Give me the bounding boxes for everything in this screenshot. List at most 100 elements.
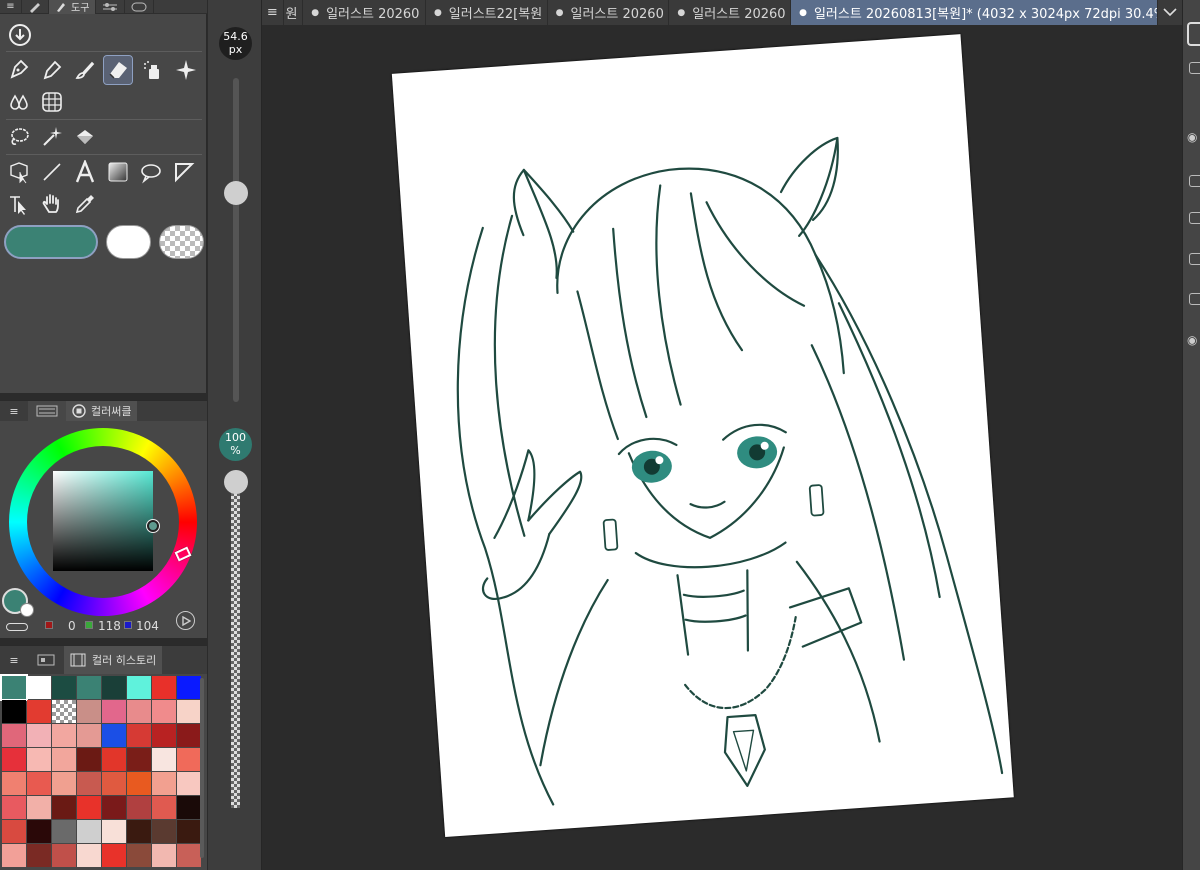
color-swatch[interactable] <box>127 676 151 699</box>
main-color-chip[interactable] <box>4 225 98 259</box>
grid-tool-button[interactable] <box>38 88 66 116</box>
color-swatch[interactable] <box>177 724 201 747</box>
lasso-tool-button[interactable] <box>5 123 33 151</box>
color-swatch[interactable] <box>152 772 176 795</box>
color-swatch[interactable] <box>77 748 101 771</box>
color-swatch[interactable] <box>77 700 101 723</box>
airbrush-tool-button[interactable] <box>139 56 167 84</box>
layer-thumbnail[interactable] <box>1189 175 1200 187</box>
brush-size-thumb[interactable] <box>224 181 248 205</box>
color-swatch[interactable] <box>52 700 76 723</box>
color-swatch[interactable] <box>177 748 201 771</box>
color-swatch[interactable] <box>102 700 126 723</box>
pen-tool-button[interactable] <box>5 56 33 84</box>
color-swatch[interactable] <box>27 796 51 819</box>
color-swatch[interactable] <box>77 796 101 819</box>
opacity-thumb[interactable] <box>224 470 248 494</box>
document-tab[interactable]: ● 일러스트22[복원 <box>426 0 548 25</box>
layer-thumbnail[interactable] <box>1189 62 1200 74</box>
color-swatch[interactable] <box>177 796 201 819</box>
color-swatch[interactable] <box>2 772 26 795</box>
drawing-canvas[interactable] <box>391 34 1014 838</box>
saturation-value-square[interactable] <box>53 471 153 571</box>
brush-size-track[interactable] <box>233 78 239 402</box>
color-swatch[interactable] <box>2 844 26 867</box>
color-swatch[interactable] <box>77 820 101 843</box>
sub-color-chip[interactable] <box>106 225 151 259</box>
panel-menu-icon[interactable]: ≡ <box>0 0 22 14</box>
color-swatch[interactable] <box>152 844 176 867</box>
color-swatch[interactable] <box>152 748 176 771</box>
transparent-color-chip[interactable] <box>159 225 204 259</box>
color-swatch[interactable] <box>52 820 76 843</box>
eye-icon[interactable]: ◉ <box>1187 333 1197 347</box>
color-swatch[interactable] <box>52 796 76 819</box>
document-tab[interactable]: 원 <box>284 0 304 25</box>
eye-icon[interactable]: ◉ <box>1187 130 1197 144</box>
decoration-tool-button[interactable] <box>172 56 200 84</box>
hand-tool-button[interactable] <box>38 190 66 218</box>
color-swatch[interactable] <box>0 674 28 701</box>
color-swatch[interactable] <box>52 676 76 699</box>
document-tab[interactable]: ● 일러스트 20260 <box>548 0 670 25</box>
layer-thumbnail[interactable] <box>1189 253 1200 265</box>
color-picker-handle[interactable] <box>147 520 159 532</box>
document-tab[interactable]: ● 일러스트 20260 <box>303 0 426 25</box>
color-swatch[interactable] <box>102 820 126 843</box>
color-swatch[interactable] <box>127 844 151 867</box>
tab-bar-menu-icon[interactable]: ≡ <box>262 0 284 25</box>
color-swatch[interactable] <box>2 724 26 747</box>
color-swatch[interactable] <box>127 748 151 771</box>
color-swatch[interactable] <box>177 700 201 723</box>
history-scrollbar[interactable] <box>200 678 204 858</box>
color-swatch[interactable] <box>2 820 26 843</box>
fill-tool-button[interactable] <box>71 123 99 151</box>
blend-tool-button[interactable] <box>5 88 33 116</box>
color-set-tab[interactable] <box>28 654 64 666</box>
color-swatch[interactable] <box>77 676 101 699</box>
color-swatch[interactable] <box>127 772 151 795</box>
opacity-track[interactable] <box>231 478 240 808</box>
color-swatch[interactable] <box>152 676 176 699</box>
color-swatch[interactable] <box>2 748 26 771</box>
color-swatch[interactable] <box>77 772 101 795</box>
color-swatch[interactable] <box>177 820 201 843</box>
layer-panel-toggle-icon[interactable] <box>1187 22 1200 46</box>
color-swatch[interactable] <box>127 796 151 819</box>
color-swatch[interactable] <box>27 772 51 795</box>
color-swatch[interactable] <box>152 820 176 843</box>
tab-list-dropdown[interactable] <box>1158 0 1182 25</box>
color-swatch[interactable] <box>152 724 176 747</box>
gradient-tool-button[interactable] <box>104 158 132 186</box>
layer-thumbnail[interactable] <box>1189 293 1200 305</box>
color-swatch[interactable] <box>27 700 51 723</box>
line-tool-button[interactable] <box>38 158 66 186</box>
color-swatch[interactable] <box>27 844 51 867</box>
tool-tab[interactable]: 도구 <box>49 0 97 14</box>
color-swatch[interactable] <box>102 796 126 819</box>
ruler-tool-button[interactable] <box>170 158 198 186</box>
color-swatch[interactable] <box>102 748 126 771</box>
download-tool-button[interactable] <box>6 21 34 49</box>
eyedropper-tool-button[interactable] <box>71 190 99 218</box>
color-swatch[interactable] <box>77 724 101 747</box>
color-swatch[interactable] <box>27 676 51 699</box>
color-swatch[interactable] <box>102 844 126 867</box>
text-tool-button[interactable] <box>71 158 99 186</box>
panel-menu-icon[interactable]: ≡ <box>0 654 28 667</box>
color-swatch[interactable] <box>102 772 126 795</box>
color-swatch[interactable] <box>127 724 151 747</box>
color-swatch[interactable] <box>27 724 51 747</box>
color-swatch[interactable] <box>52 772 76 795</box>
sub-color-indicator[interactable] <box>20 603 34 617</box>
color-swatch[interactable] <box>27 820 51 843</box>
color-swatch[interactable] <box>177 772 201 795</box>
color-history-tab[interactable]: 컬러 히스토리 <box>64 646 163 674</box>
layer-thumbnail[interactable] <box>1189 212 1200 224</box>
color-swatch[interactable] <box>127 700 151 723</box>
color-swatch[interactable] <box>2 796 26 819</box>
eraser-tool-button[interactable] <box>103 55 133 85</box>
document-tab-active[interactable]: ● 일러스트 20260813[복원]* (4032 x 3024px 72dp… <box>791 0 1158 25</box>
tool-property-tab[interactable] <box>96 0 126 14</box>
panel-menu-icon[interactable]: ≡ <box>0 405 28 418</box>
